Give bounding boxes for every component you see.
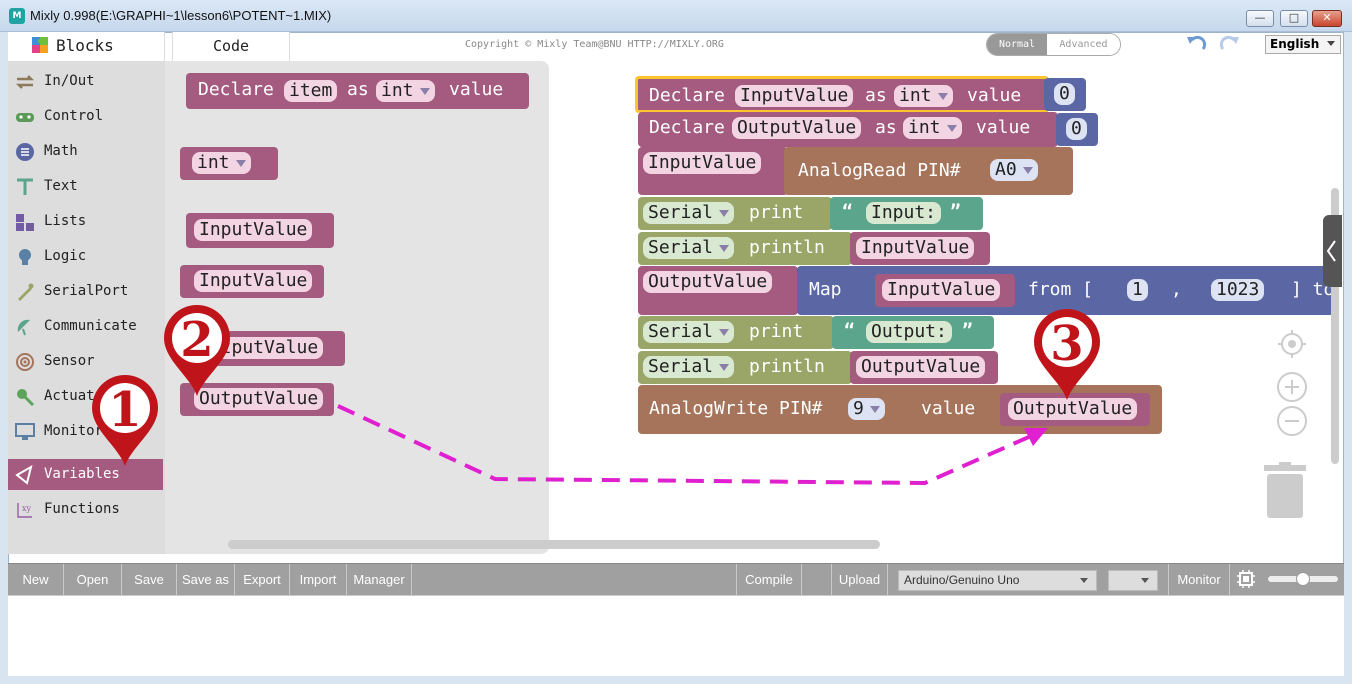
marker-number: 3 — [1050, 316, 1084, 372]
annotation-marker-3: 3 — [1030, 306, 1104, 402]
marker-number: 2 — [180, 312, 214, 368]
annotation-marker-2: 2 — [160, 302, 234, 398]
annotation-marker-1: 1 — [88, 372, 162, 468]
marker-number: 1 — [108, 382, 142, 438]
